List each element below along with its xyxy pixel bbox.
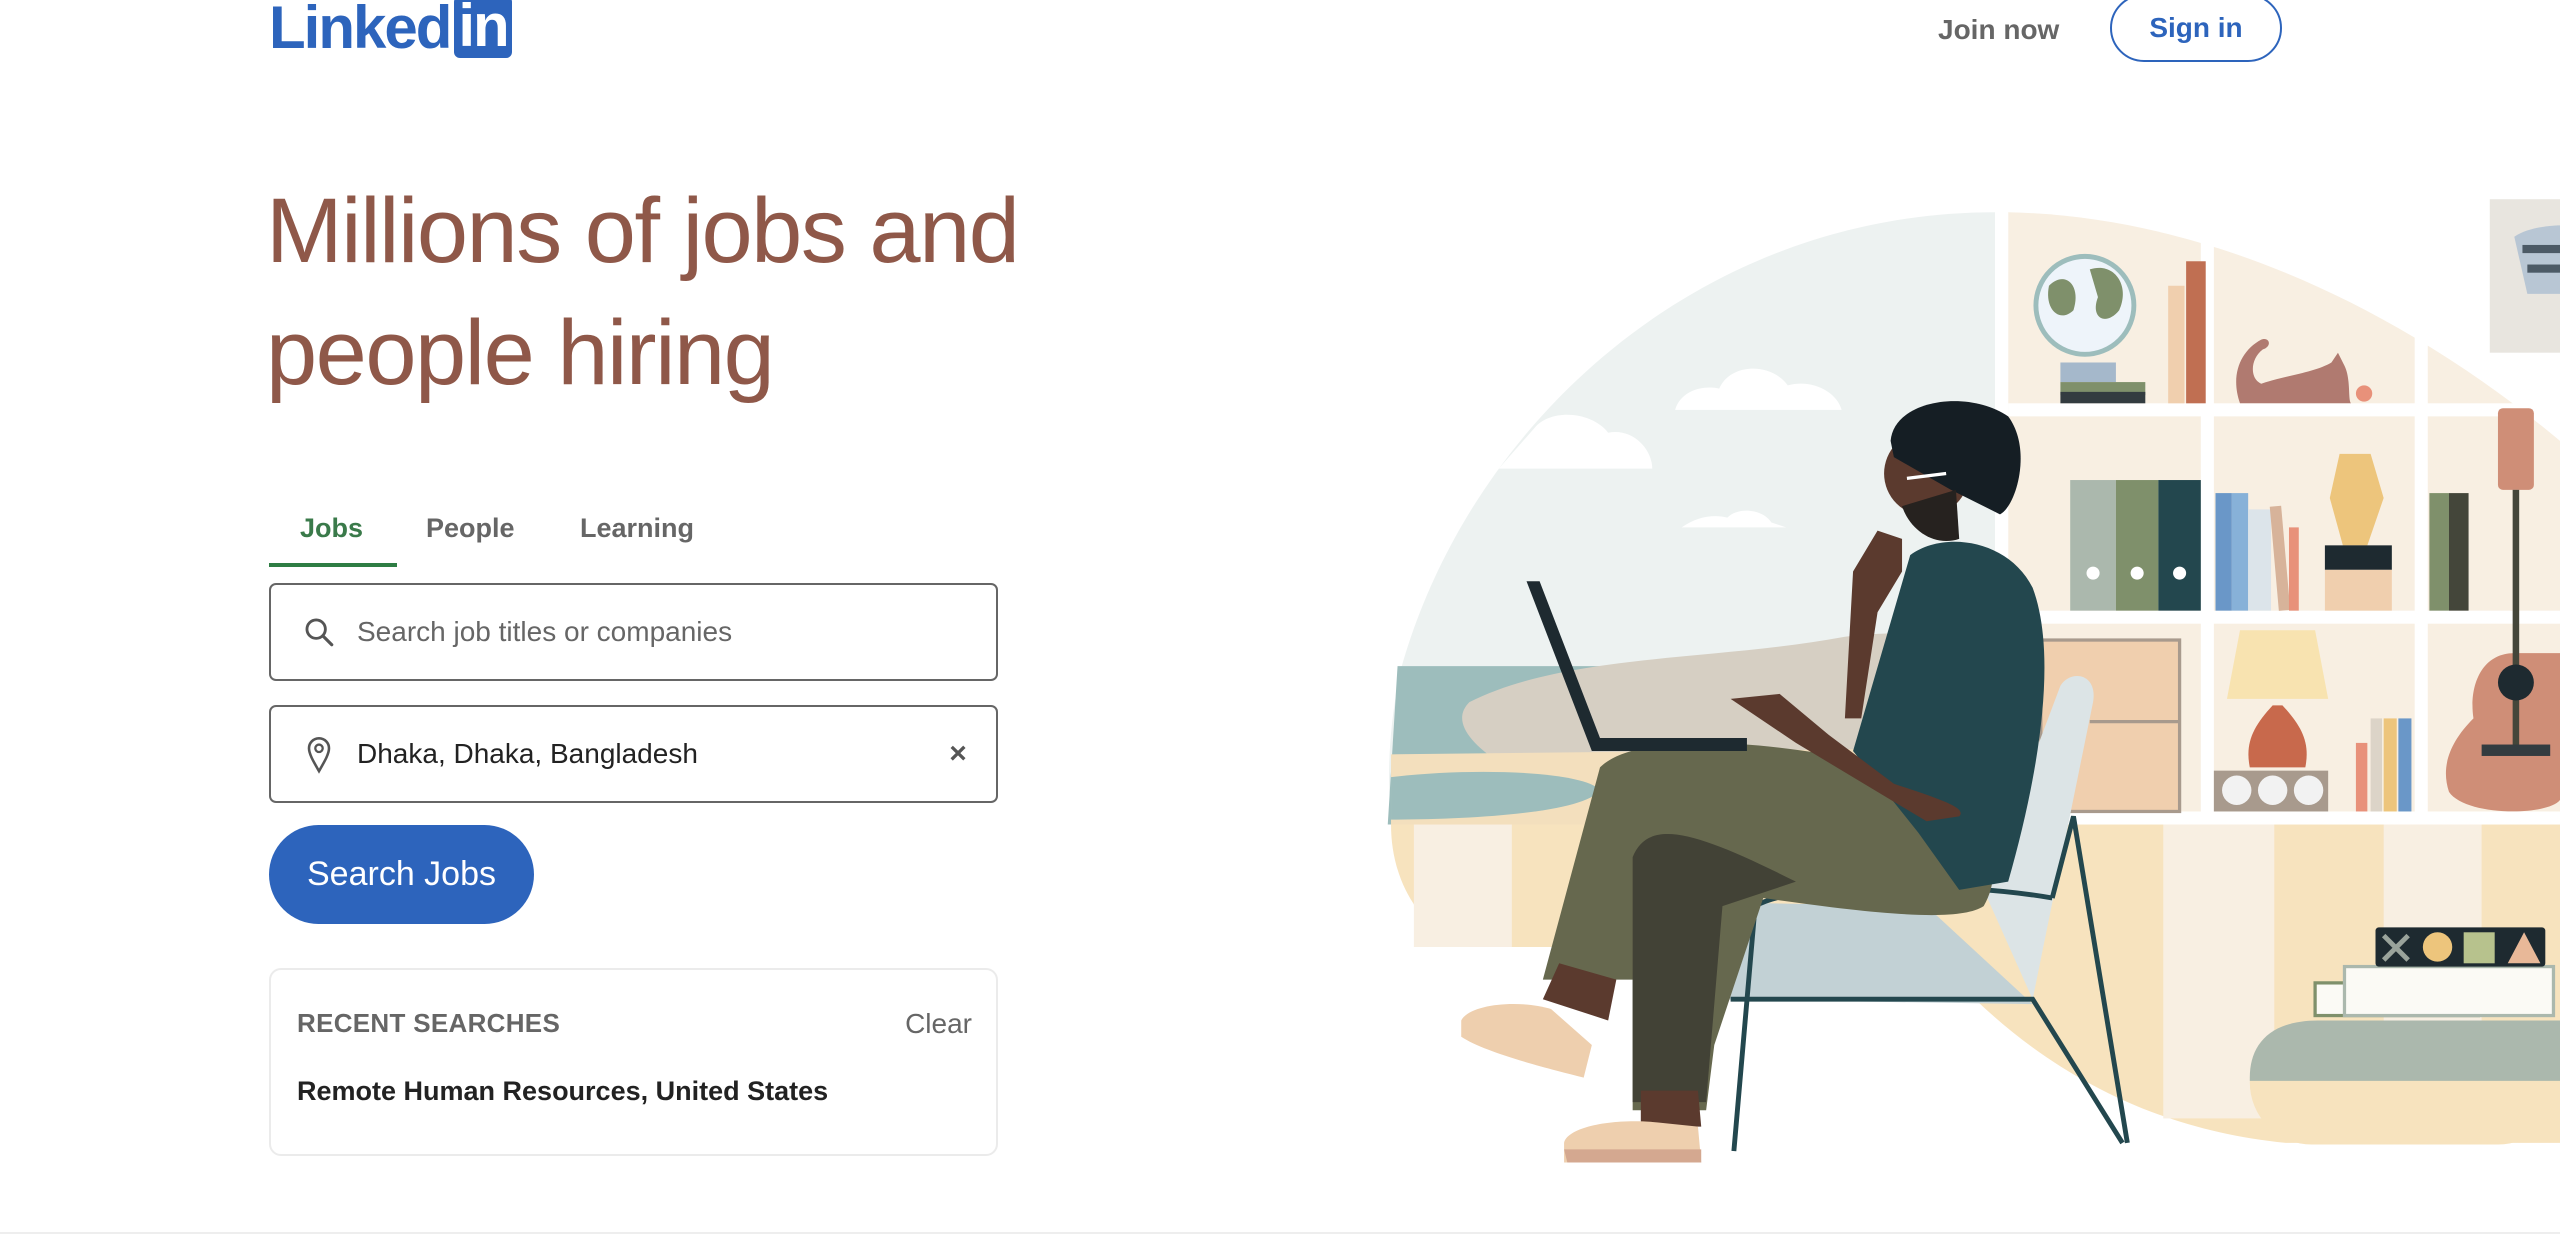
logo-text: Linked <box>269 0 452 61</box>
clear-recent-button[interactable]: Clear <box>905 1008 972 1040</box>
shoe <box>1461 1003 1592 1078</box>
tab-jobs[interactable]: Jobs <box>300 508 363 548</box>
person-legs <box>1542 742 1994 1111</box>
water-pool <box>1391 771 1600 820</box>
floor <box>1391 824 2560 1143</box>
ottoman <box>2249 1020 2560 1145</box>
logo-badge: in <box>454 0 512 58</box>
location-field[interactable]: × <box>269 705 998 803</box>
recent-searches-title: RECENT SEARCHES <box>297 1008 561 1038</box>
sign-in-button[interactable]: Sign in <box>2110 0 2282 62</box>
cloud <box>1498 414 1653 469</box>
sea <box>1387 666 1731 825</box>
title-line-1: Millions of jobs and <box>266 180 1020 282</box>
tab-people[interactable]: People <box>426 508 515 548</box>
location-input[interactable] <box>355 737 938 771</box>
search-jobs-button[interactable]: Search Jobs <box>269 825 534 924</box>
globe <box>2033 253 2137 357</box>
laptop <box>1526 581 1747 752</box>
tab-learning[interactable]: Learning <box>580 508 694 548</box>
cloud <box>1681 510 1787 528</box>
picture-frame <box>2489 199 2560 353</box>
guitar <box>2445 653 2560 812</box>
join-now-link[interactable]: Join now <box>1930 10 2067 50</box>
location-pin-icon <box>299 734 339 774</box>
binder <box>2070 480 2116 611</box>
cat <box>2236 338 2352 404</box>
person-arm <box>1730 693 1961 822</box>
cloud <box>1675 368 1842 410</box>
shelf-background <box>2008 212 2560 812</box>
close-icon[interactable]: × <box>938 734 978 774</box>
job-search-input[interactable] <box>355 615 996 649</box>
title-line-2: people hiring <box>266 302 775 404</box>
person-head <box>1884 431 1969 516</box>
recent-searches-card: RECENT SEARCHES Clear Remote Human Resou… <box>269 968 998 1156</box>
chair <box>1711 902 2033 1005</box>
lamp <box>2226 630 2329 699</box>
hill <box>1462 633 1996 825</box>
sky-background <box>1389 212 1996 947</box>
search-icon <box>299 615 339 649</box>
beach <box>1391 747 1996 825</box>
divider <box>0 1232 2560 1234</box>
drawers <box>2039 638 2182 814</box>
person-torso <box>1853 541 2045 890</box>
active-tab-indicator <box>269 563 397 567</box>
job-search-field[interactable] <box>269 583 998 681</box>
linkedin-logo[interactable]: Linked in <box>269 0 512 58</box>
recent-search-item[interactable]: Remote Human Resources, United States <box>297 1076 828 1107</box>
page-title: Millions of jobs and people hiring <box>266 170 1020 414</box>
